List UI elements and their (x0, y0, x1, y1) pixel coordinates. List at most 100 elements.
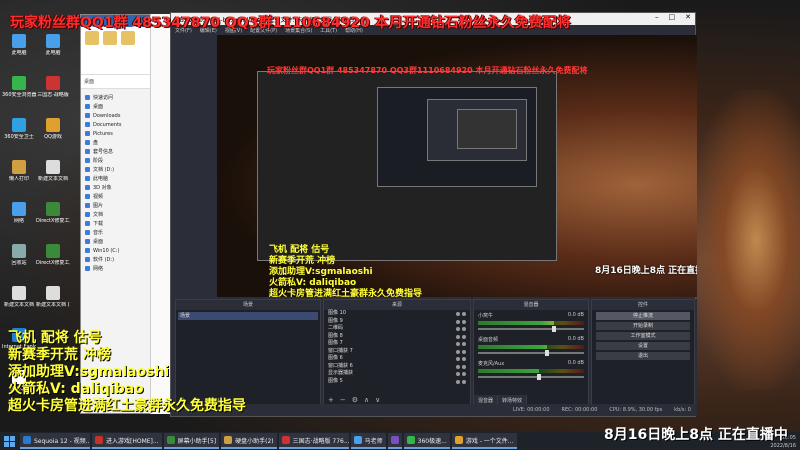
eye-icon[interactable] (456, 372, 461, 376)
lock-icon[interactable] (462, 379, 466, 384)
source-item[interactable]: 图像 6 (324, 355, 470, 363)
mixer-dock-title: 混音器 (474, 300, 588, 310)
app-icon (46, 202, 60, 216)
folder-icon (85, 140, 90, 145)
lock-icon[interactable] (462, 327, 466, 331)
taskbar-item[interactable]: 马老师 (350, 433, 386, 449)
source-label: 图像 7 (328, 340, 343, 346)
control-button[interactable]: 工作室模式 (596, 332, 690, 340)
source-label: 图像 9 (328, 317, 343, 324)
desktop-icon-label: 三国志·战略版 (37, 92, 69, 98)
lock-icon[interactable] (462, 312, 466, 316)
promo-line: 飞机 配将 估号 (269, 245, 330, 255)
volume-slider[interactable] (478, 350, 584, 356)
lock-icon[interactable] (462, 334, 466, 339)
lock-icon[interactable] (462, 319, 466, 324)
nav-tree-label: Documents (93, 121, 122, 128)
volume-meter (478, 369, 584, 373)
control-button[interactable]: 设置 (596, 342, 690, 350)
nav-tree-label: Downloads (93, 112, 121, 119)
chevron-up-icon[interactable]: ∧ (364, 396, 369, 404)
desktop-icon[interactable]: 三国志·战略版 (36, 72, 70, 114)
lock-icon[interactable] (462, 342, 466, 346)
chevron-down-icon[interactable]: ∨ (375, 396, 380, 404)
desktop-icon[interactable]: 回收站 (2, 240, 36, 282)
obs-window[interactable]: OBS 24.0.3 (64-bit, windows) - 配置文件: 未命名… (170, 12, 697, 417)
desktop-icon-label: 新建文本文档 (3, 302, 34, 308)
desktop-icon[interactable]: 此电脑 (36, 30, 70, 72)
desktop-icon[interactable]: 360安全卫士 (2, 114, 36, 156)
control-button[interactable]: 停止推流 (596, 312, 690, 320)
volume-slider-knob[interactable] (537, 374, 542, 380)
eye-icon[interactable] (456, 334, 461, 339)
taskbar-item[interactable] (387, 433, 402, 449)
lock-icon[interactable] (462, 372, 466, 376)
desktop-icon[interactable]: QQ游戏 (36, 114, 70, 156)
volume-slider[interactable] (478, 326, 584, 332)
gear-icon[interactable]: ⚙ (352, 396, 358, 404)
volume-slider-knob[interactable] (552, 326, 557, 332)
control-button[interactable]: 开始录制 (596, 322, 690, 330)
source-item[interactable]: 图像 5 (324, 378, 470, 386)
app-icon (46, 286, 60, 300)
eye-icon[interactable] (456, 342, 461, 346)
source-item[interactable]: 图像 9 (324, 318, 470, 326)
desktop-icon-label: QQ游戏 (44, 134, 62, 140)
maximize-icon[interactable]: □ (669, 13, 676, 21)
lock-icon[interactable] (462, 357, 466, 361)
desktop-icon[interactable]: 新建文本文档 (2) (36, 282, 70, 324)
taskbar-item[interactable]: 360极速... (403, 433, 450, 449)
eye-icon[interactable] (456, 312, 461, 316)
promo-overlay: 飞机 配将 估号 新赛季开荒 冲榜 添加助理V:sgmalaoshi 火箭私V: da… (8, 330, 246, 415)
obs-preview[interactable]: 玩家粉丝群QQ1群 485347870 QQ3群1110684920 本月开通钻… (217, 35, 697, 297)
app-icon (46, 160, 60, 174)
eye-icon[interactable] (456, 379, 461, 384)
taskbar-item[interactable]: 屏幕小助手[5] (163, 433, 220, 449)
folder-icon[interactable] (85, 31, 99, 45)
scene-item[interactable]: 场景 (178, 312, 318, 320)
taskbar-item[interactable]: 三国志·战略版 776... (278, 433, 349, 449)
lock-icon[interactable] (462, 364, 466, 369)
taskbar-item[interactable]: Sequoia 12 - 视频... (20, 433, 90, 449)
folder-icon[interactable] (121, 31, 135, 45)
close-icon[interactable]: ✕ (685, 13, 691, 21)
add-icon[interactable]: + (328, 396, 334, 404)
source-item[interactable]: 显示器捕获 (324, 370, 470, 378)
source-item[interactable]: 窗口捕获 7 (324, 348, 470, 356)
taskbar-item[interactable]: 硬盘小助手(2) (221, 433, 277, 449)
volume-slider[interactable] (478, 374, 584, 380)
desktop-icon[interactable]: 懒人打印 (2, 156, 36, 198)
source-item[interactable]: 图像 8 (324, 333, 470, 341)
remove-icon[interactable]: − (340, 396, 346, 404)
eye-icon[interactable] (456, 357, 461, 361)
source-item[interactable]: 图像 7 (324, 340, 470, 348)
windows-start-icon[interactable] (2, 434, 18, 448)
eye-icon[interactable] (456, 319, 461, 324)
volume-slider-knob[interactable] (544, 350, 549, 356)
taskbar-item[interactable]: 游戏 - 一个文件... (451, 433, 517, 449)
folder-icon[interactable] (103, 31, 117, 45)
control-button[interactable]: 退出 (596, 352, 690, 360)
taskbar-item[interactable]: 进入游戏[HOME]... (92, 433, 162, 449)
desktop-icon[interactable]: DirectX修复工具增强版 (36, 240, 70, 282)
app-icon (12, 76, 26, 90)
mixer-channel: 桌面音频 0.0 dB (474, 334, 588, 358)
desktop-icon[interactable]: 新建文本文档 (2, 282, 36, 324)
eye-icon[interactable] (456, 327, 461, 331)
eye-icon[interactable] (456, 349, 461, 354)
desktop-icon[interactable]: 新建文本文档 (36, 156, 70, 198)
source-label: 窗口捕获 7 (328, 347, 353, 354)
source-item[interactable]: 图像 10 (324, 310, 470, 318)
desktop-icon[interactable]: 此电脑 (2, 30, 36, 72)
source-item[interactable]: 二维码 (324, 325, 470, 333)
lock-icon[interactable] (462, 349, 466, 354)
volume-meter-mask (554, 321, 584, 325)
source-item[interactable]: 窗口捕获 6 (324, 363, 470, 371)
desktop-icon[interactable]: DirectX修复工具 (36, 198, 70, 240)
desktop-icon[interactable]: 360安全浏览器 (2, 72, 36, 114)
minimize-icon[interactable]: – (655, 13, 659, 21)
eye-icon[interactable] (456, 364, 461, 369)
nested-preview-4 (457, 109, 517, 149)
desktop-icon[interactable]: 网络 (2, 198, 36, 240)
folder-icon (85, 95, 90, 100)
